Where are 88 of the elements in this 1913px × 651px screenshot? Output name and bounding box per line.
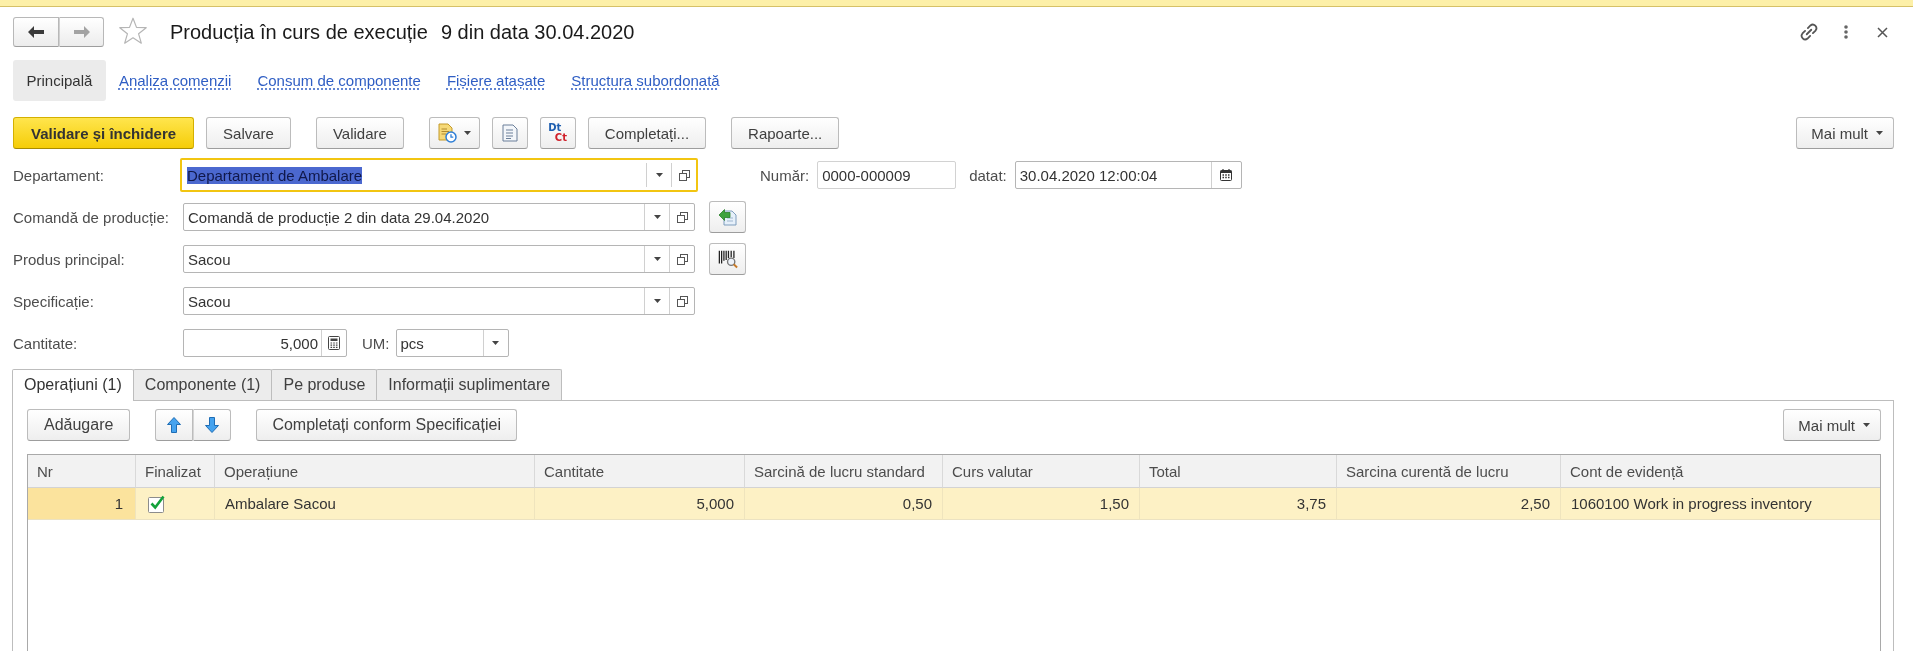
document-clock-icon [437,123,458,143]
open-window-icon [676,211,688,223]
date-field[interactable]: 30.04.2020 12:00:04 [1014,161,1242,189]
up-arrow-icon [167,417,182,433]
document-menu-button[interactable] [428,117,480,149]
fill-button[interactable] [709,201,746,233]
calendar-icon [1220,169,1233,181]
caret-icon [492,341,499,345]
open-window-icon [678,169,690,181]
document-subtitle: 9 din data 30.04.2020 [440,20,635,44]
document-icon [501,124,518,142]
section-tab[interactable]: Analiza comenzii [105,60,245,101]
field-label: datat: [969,166,1007,184]
section-tab[interactable]: Principală [13,60,106,101]
field-label: UM: [362,334,390,352]
checkbox[interactable] [148,494,166,513]
caret-icon [655,173,663,177]
document-button[interactable] [491,117,528,149]
toolbar-button[interactable]: Completați... [587,117,707,149]
table-cell: 1,50 [943,488,1140,520]
number-field[interactable]: 5,000 [183,329,347,357]
caret-icon [1863,423,1870,427]
column-header[interactable]: Sarcină de lucru standard [745,455,943,488]
tab[interactable]: Operațiuni (1) [12,369,134,401]
add-button[interactable]: Adăugare [27,409,131,441]
column-header[interactable]: Nr [28,455,136,488]
select-field[interactable]: Sacou [183,287,695,315]
open-window-icon [676,253,688,265]
more-menu-button[interactable]: Mai mult [1783,409,1881,441]
table-cell: 1060100 Work in progress inventory [1561,488,1880,520]
field-label: Cantitate: [13,334,79,352]
more-vertical-icon[interactable] [1844,25,1848,39]
select-field[interactable]: Comandă de producție 2 din data 29.04.2020 [183,203,695,231]
field-label: Produs principal: [13,250,126,268]
debit-credit-button[interactable]: Dt Ct [539,117,576,149]
tab[interactable]: Componente (1) [132,369,273,400]
toolbar-button[interactable]: Salvare [206,117,291,149]
table-cell: 5,000 [535,488,745,520]
field-label: Specificație: [13,292,95,310]
close-icon[interactable] [1877,26,1888,38]
column-header[interactable]: Sarcina curentă de lucru [1337,455,1561,488]
select-field[interactable]: Sacou [183,245,695,273]
select-field[interactable]: pcs [395,329,509,357]
barcode-magnifier-icon [717,249,738,269]
caret-icon [653,299,661,303]
column-header[interactable]: Cont de evidență [1561,455,1880,488]
left-arrow-icon [28,26,44,38]
field-label: Departament: [13,166,105,184]
toolbar-button[interactable]: Validare [315,117,404,149]
barcode-search-button[interactable] [709,243,746,275]
tab[interactable]: Informații suplimentare [376,369,563,400]
open-window-icon [676,295,688,307]
table-row[interactable]: 1 Ambalare Sacou 5,000 0,50 1,50 3,75 2,50 1060100 Work in progress inventory [28,488,1880,520]
back-button[interactable] [13,17,59,47]
document-arrow-icon [717,207,738,227]
table-cell: 3,75 [1140,488,1337,520]
section-tab[interactable]: Structura subordonată [558,60,733,101]
more-menu-button[interactable]: Mai mult [1796,117,1894,149]
caret-icon [464,131,472,135]
caret-icon [1876,131,1883,135]
right-arrow-icon [73,26,90,38]
table-cell: 2,50 [1337,488,1561,520]
tab[interactable]: Pe produse [271,369,378,400]
column-header[interactable]: Operațiune [215,455,535,488]
column-header[interactable]: Finalizat [136,455,215,488]
column-header[interactable]: Curs valutar [943,455,1140,488]
column-header[interactable]: Total [1140,455,1337,488]
down-arrow-icon [205,417,220,433]
text-field[interactable]: 0000-000009 [817,161,957,189]
move-up-button[interactable] [155,409,194,441]
move-down-button[interactable] [193,409,232,441]
section-tab[interactable]: Fișiere atașate [433,60,559,101]
section-tab[interactable]: Consum de componente [244,60,434,101]
caret-icon [653,257,661,261]
star-icon[interactable] [118,17,148,47]
field-label: Număr: [760,166,810,184]
table-cell: Ambalare Sacou [215,488,535,520]
table-cell: 1 [28,488,136,520]
calculator-icon [328,336,340,350]
table-cell: 0,50 [745,488,943,520]
validate-and-close-button[interactable]: Validare și închidere [13,117,195,149]
link-icon[interactable] [1800,23,1818,41]
window-title: Producția în curs de execuție [170,20,428,44]
fill-by-specification-button[interactable]: Completați conform Specificației [256,409,517,441]
field-label: Comandă de producție: [13,208,170,226]
column-header[interactable]: Cantitate [535,455,745,488]
caret-icon [653,215,661,219]
toolbar-button[interactable]: Rapoarte... [731,117,840,149]
